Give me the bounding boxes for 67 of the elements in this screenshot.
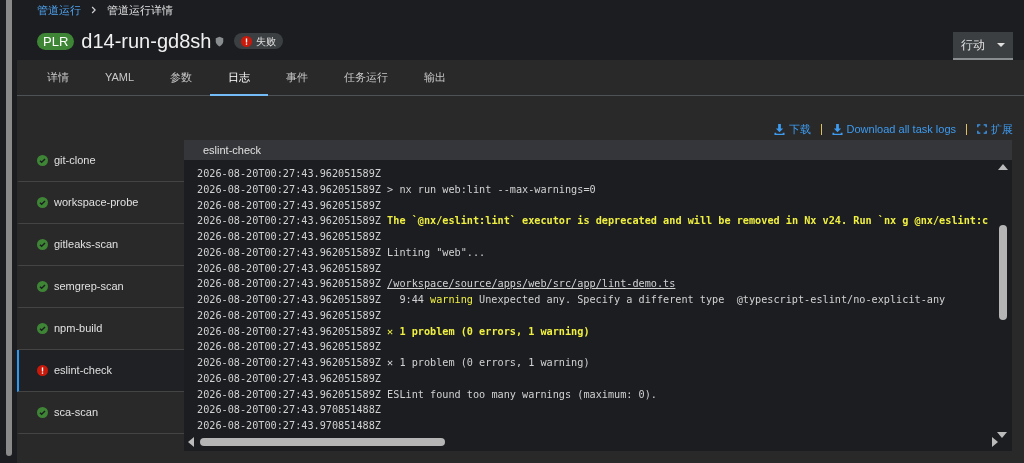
tab[interactable]: 事件 xyxy=(268,60,327,96)
log-message: Unexpected any. Specify a different type @typescript-eslint/no-explicit-any xyxy=(479,293,946,307)
log-timestamp: 2026-08-20T00:27:43.962051589Z xyxy=(197,277,381,292)
log-message: warning xyxy=(430,293,473,307)
success-check-icon xyxy=(37,197,48,208)
tab[interactable]: 参数 xyxy=(152,60,211,96)
shield-icon xyxy=(215,35,225,47)
horizontal-scrollbar[interactable] xyxy=(188,437,998,447)
error-icon xyxy=(241,35,253,47)
scroll-thumb[interactable] xyxy=(200,438,445,446)
success-check-icon xyxy=(37,281,48,292)
log-message: Linting "web"... xyxy=(387,245,486,260)
caret-icon xyxy=(997,43,1005,47)
log-timestamp: 2026-08-20T00:27:43.962051589Z xyxy=(197,245,381,260)
success-check-icon xyxy=(37,239,48,250)
log-message: /workspace/source/apps/web/src/app/lint-demo.ts xyxy=(387,277,676,292)
log-timestamp: 2026-08-20T00:27:43.962051589Z xyxy=(197,261,381,276)
expand-icon xyxy=(977,124,987,134)
scroll-left-icon[interactable] xyxy=(188,437,194,447)
scroll-up-icon[interactable] xyxy=(998,164,1008,170)
expand-link[interactable]: 扩展 xyxy=(977,120,1013,138)
task-list-item[interactable]: eslint-check xyxy=(17,350,184,392)
breadcrumb-current: 管道运行详情 xyxy=(107,2,173,18)
chevron-right-icon xyxy=(91,6,97,14)
log-message: 9:44 xyxy=(398,293,424,307)
log-timestamp: 2026-08-20T00:27:43.970851488Z xyxy=(197,419,381,433)
page-scrollbar[interactable] xyxy=(5,0,12,456)
log-title: eslint-check xyxy=(184,140,1012,160)
breadcrumb-link[interactable]: 管道运行 xyxy=(37,1,81,19)
download-icon xyxy=(773,123,785,135)
download-link[interactable]: Download all task logs xyxy=(831,120,956,138)
tab[interactable]: 任务运行 xyxy=(326,60,407,96)
success-check-icon xyxy=(37,323,48,334)
page-title: d14-run-gd8sh xyxy=(81,29,212,54)
tab[interactable]: 输出 xyxy=(406,60,465,96)
tab[interactable]: YAML xyxy=(87,60,153,96)
log-timestamp: 2026-08-20T00:27:43.962051589Z xyxy=(197,340,381,355)
actions-dropdown[interactable]: 行动 xyxy=(953,32,1013,60)
log-message: ESLint found too many warnings (maximum: 0). xyxy=(387,387,657,402)
log-timestamp: 2026-08-20T00:27:43.962051589Z xyxy=(197,371,381,386)
log-message: ✕ 1 problem (0 errors, 1 warning) xyxy=(387,324,590,339)
log-timestamp: 2026-08-20T00:27:43.962051589Z xyxy=(197,293,381,307)
tab[interactable]: 日志 xyxy=(210,60,269,96)
scroll-down-icon[interactable] xyxy=(997,432,1007,438)
success-check-icon xyxy=(37,407,48,418)
download-link[interactable]: 下载 xyxy=(773,120,811,138)
log-timestamp: 2026-08-20T00:27:43.962051589Z xyxy=(197,214,381,229)
log-message: The `@nx/eslint:lint` executor is deprecated and will be removed in Nx v24. Run `nx g @nx/eslint:c xyxy=(387,214,989,229)
error-icon xyxy=(37,365,48,376)
log-timestamp: 2026-08-20T00:27:43.970851488Z xyxy=(197,403,381,418)
log-timestamp: 2026-08-20T00:27:43.962051589Z xyxy=(197,198,381,213)
scroll-thumb[interactable] xyxy=(999,225,1007,320)
log-timestamp: 2026-08-20T00:27:43.962051589Z xyxy=(197,324,381,339)
tab[interactable]: 详情 xyxy=(29,60,87,96)
success-check-icon xyxy=(37,155,48,166)
resource-badge: PLR xyxy=(37,32,75,50)
log-timestamp: 2026-08-20T00:27:43.962051589Z xyxy=(197,308,381,323)
status-badge: 失败 xyxy=(234,33,284,49)
log-timestamp: 2026-08-20T00:27:43.962051589Z xyxy=(197,387,381,402)
log-timestamp: 2026-08-20T00:27:43.962051589Z xyxy=(197,356,381,370)
log-timestamp: 2026-08-20T00:27:43.962051589Z xyxy=(197,182,381,197)
log-timestamp: 2026-08-20T00:27:43.962051589Z xyxy=(197,167,381,181)
scroll-right-icon[interactable] xyxy=(992,437,998,447)
download-icon xyxy=(831,123,843,135)
log-timestamp: 2026-08-20T00:27:43.962051589Z xyxy=(197,230,381,244)
log-message: ✕ 1 problem (0 errors, 1 warning) xyxy=(387,356,590,370)
log-message: > nx run web:lint --max-warnings=0 xyxy=(387,182,596,197)
